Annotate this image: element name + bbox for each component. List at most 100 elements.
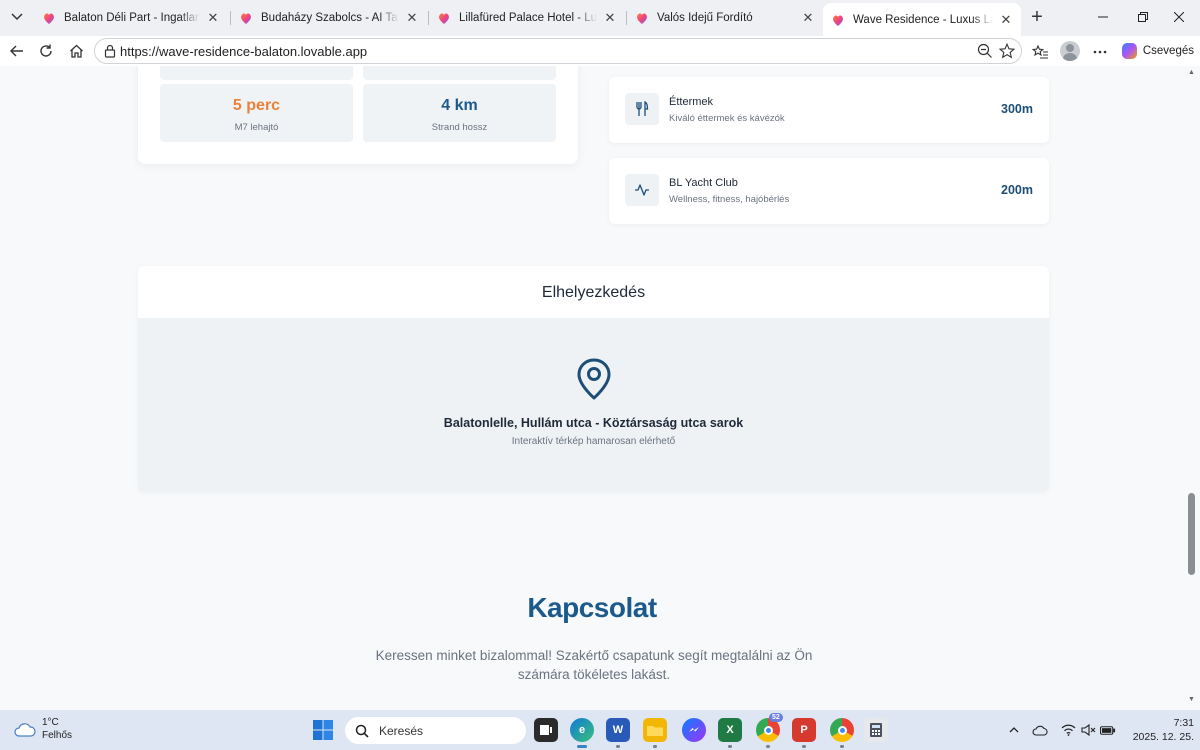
tab-strip: Balaton Déli Part - Ingatlanfejlesztés ✕… (0, 0, 1200, 36)
taskbar-search[interactable]: Keresés (345, 717, 526, 744)
utensils-icon (625, 93, 659, 125)
stat-label: Strand hossz (431, 122, 488, 133)
stat-value: 5 perc (232, 97, 281, 114)
browser-toolbar: https://wave-residence-balaton.lovable.a… (0, 36, 1200, 66)
onedrive-sync-icon[interactable] (1032, 722, 1048, 738)
stat-tile-hidden-top-right (363, 66, 556, 80)
favorites-button[interactable] (1030, 42, 1050, 62)
refresh-button[interactable] (35, 40, 57, 62)
tab-budahazy[interactable]: Budaházy Szabolcs - AI Tanácsadó ✕ (231, 5, 427, 31)
contact-title: Kapcsolat (527, 592, 657, 623)
calculator-icon[interactable] (864, 718, 888, 742)
stat-tile-hidden-top-left (160, 66, 353, 80)
poi-subtitle: Kiváló éttermek és kávézók (669, 113, 785, 124)
chrome-profile-icon[interactable] (830, 718, 854, 748)
search-icon (355, 724, 369, 738)
edge-browser-icon[interactable]: e (570, 718, 594, 748)
tab-balaton-deli-part[interactable]: Balaton Déli Part - Ingatlanfejlesztés ✕ (34, 5, 228, 31)
copilot-icon (1122, 43, 1137, 59)
back-button[interactable] (6, 40, 28, 62)
stat-tile-m7: 5 perc M7 lehajtó (160, 84, 353, 142)
tab-title: Balaton Déli Part - Ingatlanfejlesztés (64, 12, 200, 24)
weather-temperature: 1°C (42, 717, 59, 728)
windows-start-icon[interactable] (312, 719, 334, 741)
tab-title: Budaházy Szabolcs - AI Tanácsadó (261, 12, 399, 24)
lovable-favicon-icon (637, 13, 647, 24)
messenger-icon[interactable] (682, 718, 706, 742)
tab-wave-residence[interactable]: Wave Residence - Luxus Lakások a Balaton… (823, 3, 1021, 36)
map-placeholder-note: Interaktív térkép hamarosan elérhető (511, 436, 676, 447)
weather-widget[interactable]: 1°C Felhős (14, 716, 72, 742)
chrome-icon[interactable]: 52 (756, 713, 783, 748)
clock-time: 7:31 (1173, 717, 1194, 729)
location-address: Balatonlelle, Hullám utca - Köztársaság … (443, 416, 744, 430)
word-icon[interactable]: W (606, 718, 630, 748)
system-clock[interactable]: 7:31 2025. 12. 25. (1120, 716, 1194, 744)
tab-lillafured[interactable]: Lillafüred Palace Hotel - Luxury Hotel ✕ (429, 5, 625, 31)
search-placeholder: Keresés (379, 723, 424, 738)
close-window-button[interactable] (1156, 0, 1200, 34)
zoom-out-icon[interactable] (977, 43, 993, 59)
stat-value: 4 km (441, 97, 478, 114)
url-text[interactable]: https://wave-residence-balaton.lovable.a… (120, 44, 367, 59)
favorites-list-icon (1031, 44, 1048, 59)
refresh-icon (40, 44, 52, 57)
cloud-icon (14, 723, 36, 737)
task-view-icon[interactable] (534, 718, 558, 742)
weather-description: Felhős (42, 730, 73, 741)
favorite-star-icon[interactable] (999, 43, 1015, 59)
clock-date: 2025. 12. 25. (1132, 731, 1194, 743)
lovable-favicon-icon (241, 13, 251, 24)
copilot-label: Csevegés (1142, 45, 1194, 57)
contact-description: Keressen minket bizalommal! Szakértő csa… (375, 648, 813, 682)
page-scrollbar[interactable]: ▲ ▼ (1184, 66, 1200, 710)
close-tab-icon[interactable]: ✕ (801, 10, 815, 26)
arrow-left-icon (10, 45, 23, 57)
new-tab-button[interactable]: + (1026, 6, 1048, 28)
minimize-icon (1098, 16, 1108, 18)
home-icon (69, 44, 83, 58)
close-tab-icon[interactable]: ✕ (405, 10, 419, 26)
lovable-favicon-icon (44, 13, 54, 24)
home-button[interactable] (65, 40, 87, 62)
site-info-icon[interactable] (104, 44, 116, 58)
close-tab-icon[interactable]: ✕ (603, 10, 617, 26)
scrollbar-thumb[interactable] (1188, 493, 1195, 575)
tab-actions-menu-icon[interactable] (6, 6, 28, 28)
location-heading: Elhelyezkedés (541, 284, 646, 301)
excel-icon[interactable]: X (718, 718, 742, 748)
close-tab-icon[interactable]: ✕ (999, 12, 1013, 28)
copilot-chat-button[interactable]: Csevegés (1116, 39, 1194, 63)
close-tab-icon[interactable]: ✕ (206, 10, 220, 26)
more-dots-icon (1093, 50, 1107, 54)
show-hidden-icons-chevron-up-icon[interactable] (1006, 722, 1022, 738)
poi-subtitle: Wellness, fitness, hajóbérlés (669, 194, 790, 205)
page-viewport: 5 perc M7 lehajtó 4 km Strand hossz Étte… (0, 66, 1184, 710)
restore-icon (1138, 12, 1148, 22)
profile-avatar[interactable] (1060, 41, 1080, 61)
stat-tile-beach: 4 km Strand hossz (363, 84, 556, 142)
tab-title: Lillafüred Palace Hotel - Luxury Hotel (459, 12, 597, 24)
address-bar[interactable]: https://wave-residence-balaton.lovable.a… (94, 38, 1022, 64)
windows-taskbar: 1°C Felhős Keresés e W X 52 P 7:31 2025.… (0, 710, 1200, 750)
lovable-favicon-icon (439, 13, 449, 24)
poi-distance: 200m (1001, 183, 1033, 197)
battery-charging-icon[interactable] (1100, 722, 1116, 738)
pdf-reader-icon[interactable]: P (792, 718, 816, 748)
distance-stats-card: 5 perc M7 lehajtó 4 km Strand hossz (138, 66, 578, 164)
tab-valos-ideju-fordito[interactable]: Valós Idejű Fordító ✕ (627, 5, 823, 31)
location-section: Elhelyezkedés Balatonlelle, Hullám utca … (138, 266, 1049, 492)
scroll-up-icon[interactable]: ▲ (1188, 69, 1195, 76)
volume-muted-icon[interactable] (1080, 722, 1096, 738)
file-explorer-icon[interactable] (643, 718, 667, 748)
settings-more-button[interactable] (1090, 42, 1110, 62)
poi-title: Éttermek (669, 96, 714, 108)
stat-label: M7 lehajtó (234, 122, 279, 133)
lovable-favicon-icon (833, 15, 843, 26)
wifi-icon[interactable] (1060, 722, 1076, 738)
poi-distance: 300m (1001, 102, 1033, 116)
poi-card-restaurants: Éttermek Kiváló éttermek és kávézók 300m (609, 77, 1049, 143)
scroll-down-icon[interactable]: ▼ (1188, 696, 1195, 703)
chrome-profile-badge: 52 (769, 713, 783, 722)
tab-title: Wave Residence - Luxus Lakások a Balaton… (853, 13, 993, 26)
